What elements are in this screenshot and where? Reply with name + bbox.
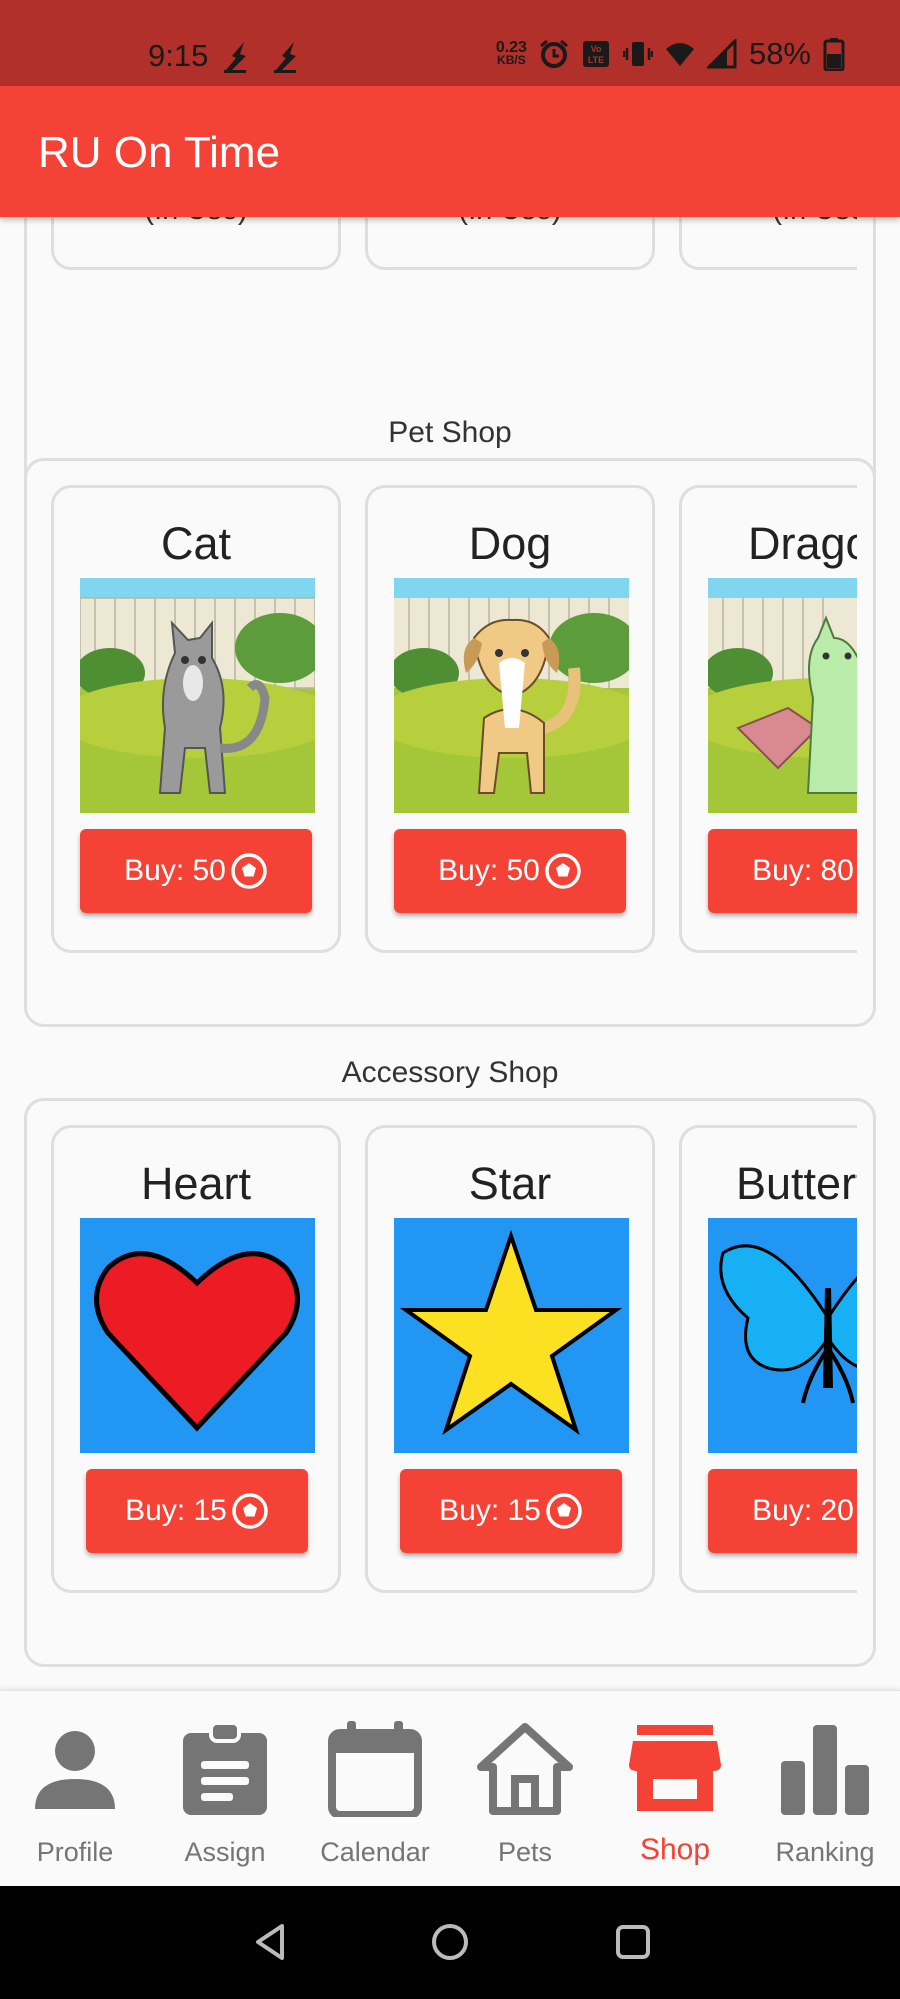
nav-ranking[interactable]: Ranking [750,1691,900,1887]
shop-scroll-area[interactable]: (In Use) (In Use) (In Use) Pet Shop Cat [0,217,900,1690]
nav-shop[interactable]: Shop [600,1691,750,1887]
in-use-label: (In Use) [368,217,652,227]
svg-text:LTE: LTE [588,55,604,65]
status-time: 9:15 [148,38,209,73]
nav-label: Ranking [775,1837,875,1867]
background-card[interactable]: (In Use) [51,217,341,270]
buy-label: Buy: 15 [125,1494,227,1527]
background-card[interactable]: (In Use) [679,217,857,270]
coin-icon [231,853,267,889]
nav-label: Pets [497,1837,553,1867]
status-indicators: 0.23 KB/S Vo LTE 58% [496,36,845,72]
vibrate-icon [622,42,653,66]
nav-profile[interactable]: Profile [0,1691,150,1887]
heart-image [80,1218,315,1453]
pet-shop-panel: Cat Buy: 50 Dog Buy: 50 Drag Buy: 80 [24,458,876,1027]
buy-label: Buy: 80 [752,854,854,887]
buy-cat-button[interactable]: Buy: 50 [80,829,312,913]
battery-icon [823,38,845,71]
house-icon [477,1723,573,1815]
nav-calendar[interactable]: Calendar [300,1691,450,1887]
accessory-card-butterfly: Butterfly Buy: 20 [679,1125,857,1593]
pet-name: Cat [160,518,232,569]
nav-label: Shop [639,1833,711,1866]
nav-assign[interactable]: Assign [150,1691,300,1887]
wifi-icon [665,43,694,66]
bar-chart-icon [781,1725,869,1815]
nav-label: Assign [184,1837,266,1867]
accessory-shop-panel: Heart Buy: 15 Star Buy: 15 Butter Buy: 2… [24,1098,876,1667]
nav-label: Profile [36,1837,114,1867]
pet-shop-title: Pet Shop [388,416,512,449]
accessory-card-heart: Heart Buy: 15 [51,1125,341,1593]
buy-label: Buy: 50 [124,854,226,887]
back-icon[interactable] [250,1922,290,1962]
pet-card-cat: Cat Buy: 50 [51,485,341,953]
volte-icon: VoLTE [582,41,609,67]
notification-icon [224,42,246,73]
battery-percent: 58% [748,36,811,71]
app-title: RU On Time [38,128,281,177]
person-icon [35,1731,115,1809]
in-use-label: (In Use) [54,217,338,227]
buy-dog-button[interactable]: Buy: 50 [394,829,626,913]
recents-icon[interactable] [613,1922,653,1962]
calendar-icon [328,1721,422,1817]
cat-image [80,578,315,813]
app-bar: RU On Time [0,86,900,217]
buy-dragon-button[interactable]: Buy: 80 [708,829,857,913]
buy-label: Buy: 15 [439,1494,541,1527]
pet-name: Dog [468,518,552,569]
butterfly-image [708,1218,857,1453]
status-bar: 9:15 0.23 KB/S Vo LTE 58% [0,0,900,86]
nav-label: Calendar [320,1837,430,1867]
pet-card-dog: Dog Buy: 50 [365,485,655,953]
accessory-shop-title: Accessory Shop [341,1056,559,1089]
coin-icon [232,1493,268,1529]
svg-text:Vo: Vo [591,44,602,54]
coin-icon [546,1493,582,1529]
accessory-card-star: Star Buy: 15 [365,1125,655,1593]
accessory-name: Butterfly [736,1158,857,1209]
alarm-icon [539,39,568,68]
signal-icon [706,39,737,69]
star-image [394,1218,629,1453]
network-speed: 0.23 KB/S [495,39,527,67]
buy-label: Buy: 20 [752,1494,854,1527]
home-icon[interactable] [430,1922,470,1962]
notification-icon [274,42,296,73]
buy-butterfly-button[interactable]: Buy: 20 [708,1469,857,1553]
nav-pets[interactable]: Pets [450,1691,600,1887]
buy-star-button[interactable]: Buy: 15 [400,1469,622,1553]
clipboard-icon [183,1721,267,1815]
dragon-image [708,578,857,813]
coin-icon [545,853,581,889]
store-icon [629,1725,721,1811]
system-navigation-bar [0,1886,900,1999]
accessory-name: Heart [140,1158,252,1209]
in-use-label: (In Use) [682,217,857,227]
buy-heart-button[interactable]: Buy: 15 [86,1469,308,1553]
accessory-name: Star [468,1158,552,1209]
dog-image [394,578,629,813]
bottom-navigation: Profile Assign Calendar Pets Shop Rankin… [0,1690,900,1886]
background-card[interactable]: (In Use) [365,217,655,270]
buy-label: Buy: 50 [438,854,540,887]
pet-name: Dragon [748,518,857,569]
pet-card-dragon: Dragon Buy: 80 [679,485,857,953]
